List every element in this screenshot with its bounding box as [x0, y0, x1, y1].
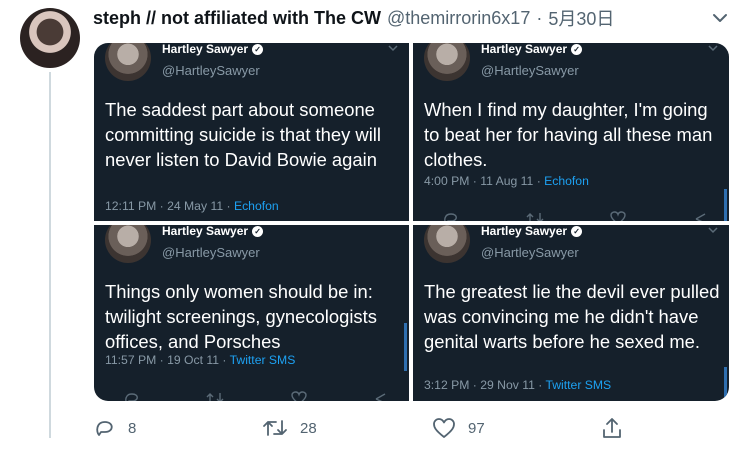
embed-avatar — [105, 225, 151, 263]
reply-button[interactable]: 8 — [94, 414, 136, 442]
verified-badge-icon: ✓ — [571, 44, 583, 56]
like-count: 97 — [468, 419, 485, 437]
scrollbar — [404, 323, 407, 371]
author-handle[interactable]: @themirrorin6x17 — [387, 8, 530, 29]
chevron-down-icon — [707, 43, 719, 53]
embed-time: 11:57 PM · 19 Oct 11 · — [105, 353, 230, 367]
share-icon — [695, 213, 706, 221]
embed-tweet-text: The saddest part about someone committin… — [105, 99, 381, 170]
embed-source: Twitter SMS — [545, 378, 612, 392]
verified-badge-icon: ✓ — [571, 226, 583, 238]
heart-icon — [610, 211, 627, 221]
embed-author-name: Hartley Sawyer ✓ — [162, 43, 264, 56]
embed-tweet-text: When I find my daughter, I'm going to be… — [424, 99, 713, 170]
reply-icon — [444, 213, 457, 221]
embed-time: 3:12 PM · 29 Nov 11 · — [424, 378, 546, 392]
embed-source: Twitter SMS — [229, 353, 296, 367]
embed-author-name-text: Hartley Sawyer — [481, 43, 568, 56]
embed-author-name: Hartley Sawyer ✓ — [162, 225, 264, 238]
media-grid: Hartley Sawyer ✓ @HartleySawyer The sadde… — [94, 43, 729, 401]
verified-badge-icon: ✓ — [252, 44, 264, 56]
chevron-down-icon — [707, 225, 719, 235]
embed-avatar — [424, 43, 470, 81]
author-avatar[interactable] — [20, 8, 80, 68]
embed-time: 4:00 PM · 11 Aug 11 · — [424, 174, 545, 188]
reply-count: 8 — [128, 419, 137, 437]
tweet-action-bar: 8 28 97 — [94, 414, 734, 442]
embed-author-name-text: Hartley Sawyer — [162, 43, 249, 56]
embed-avatar — [424, 225, 470, 263]
thread-line — [49, 72, 51, 438]
chevron-down-icon — [387, 43, 399, 53]
share-icon — [375, 393, 386, 401]
embed-time: 12:11 PM · 24 May 11 · — [105, 199, 234, 213]
embed-author-name-text: Hartley Sawyer — [481, 225, 568, 238]
share-button[interactable] — [601, 414, 623, 442]
retweet-icon — [263, 420, 287, 436]
like-button[interactable]: 97 — [432, 414, 485, 442]
reply-icon — [96, 421, 113, 436]
heart-icon — [433, 418, 455, 438]
embed-author-handle: @HartleySawyer — [481, 245, 579, 260]
embed-tweet-text: The greatest lie the devil ever pulled w… — [424, 281, 720, 352]
embed-timestamp: 3:12 PM · 29 Nov 11 · Twitter SMS — [424, 378, 611, 392]
embed-source: Echofon — [233, 199, 279, 213]
heart-icon — [290, 391, 307, 401]
tweet-date[interactable]: 5月30日 — [548, 5, 614, 31]
embedded-tweet-screenshot[interactable]: Hartley Sawyer ✓ @HartleySawyer When I fi… — [413, 43, 729, 221]
embed-timestamp: 4:00 PM · 11 Aug 11 · Echofon — [424, 174, 589, 188]
verified-badge-icon: ✓ — [252, 226, 264, 238]
author-name[interactable]: steph // not affiliated with The CW — [93, 8, 381, 29]
embedded-tweet-screenshot[interactable]: Hartley Sawyer ✓ @HartleySawyer Things on… — [94, 225, 409, 401]
embed-author-handle: @HartleySawyer — [162, 63, 260, 78]
embed-timestamp: 12:11 PM · 24 May 11 · Echofon — [105, 199, 279, 213]
share-icon — [603, 418, 621, 438]
embed-author-handle: @HartleySawyer — [481, 63, 579, 78]
embed-tweet-text: Things only women should be in: twilight… — [105, 281, 377, 352]
embed-author-handle: @HartleySawyer — [162, 245, 260, 260]
scrollbar — [724, 367, 727, 397]
embed-author-name-text: Hartley Sawyer — [162, 225, 249, 238]
retweet-count: 28 — [300, 419, 317, 437]
chevron-down-icon[interactable] — [712, 10, 728, 26]
embedded-tweet-screenshot[interactable]: Hartley Sawyer ✓ @HartleySawyer The great… — [413, 225, 729, 401]
retweet-button[interactable]: 28 — [262, 414, 317, 442]
embed-action-row — [443, 211, 709, 221]
scrollbar — [724, 189, 727, 221]
embed-action-row — [124, 391, 389, 401]
embed-author-name: Hartley Sawyer ✓ — [481, 225, 583, 238]
tweet-header: steph // not affiliated with The CW @the… — [93, 6, 713, 30]
embed-author-name: Hartley Sawyer ✓ — [481, 43, 583, 56]
embed-avatar — [105, 43, 151, 81]
retweet-icon — [206, 393, 224, 401]
embed-timestamp: 11:57 PM · 19 Oct 11 · Twitter SMS — [105, 353, 295, 367]
reply-icon — [125, 393, 138, 401]
embed-source: Echofon — [544, 174, 589, 188]
header-separator: · — [536, 7, 543, 28]
embedded-tweet-screenshot[interactable]: Hartley Sawyer ✓ @HartleySawyer The sadde… — [94, 43, 409, 221]
retweet-icon — [526, 213, 544, 221]
